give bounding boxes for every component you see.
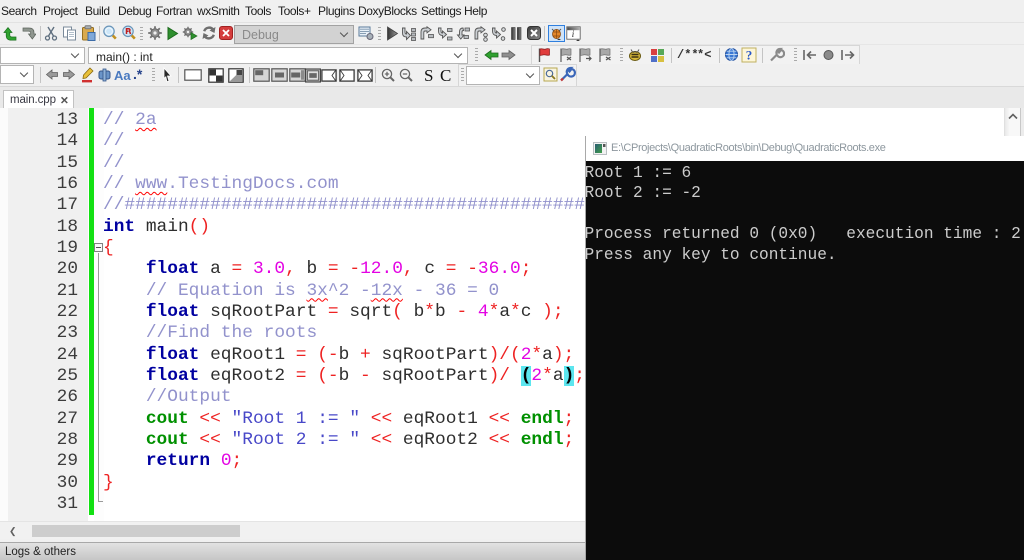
svg-text:?: ? [746,48,753,63]
